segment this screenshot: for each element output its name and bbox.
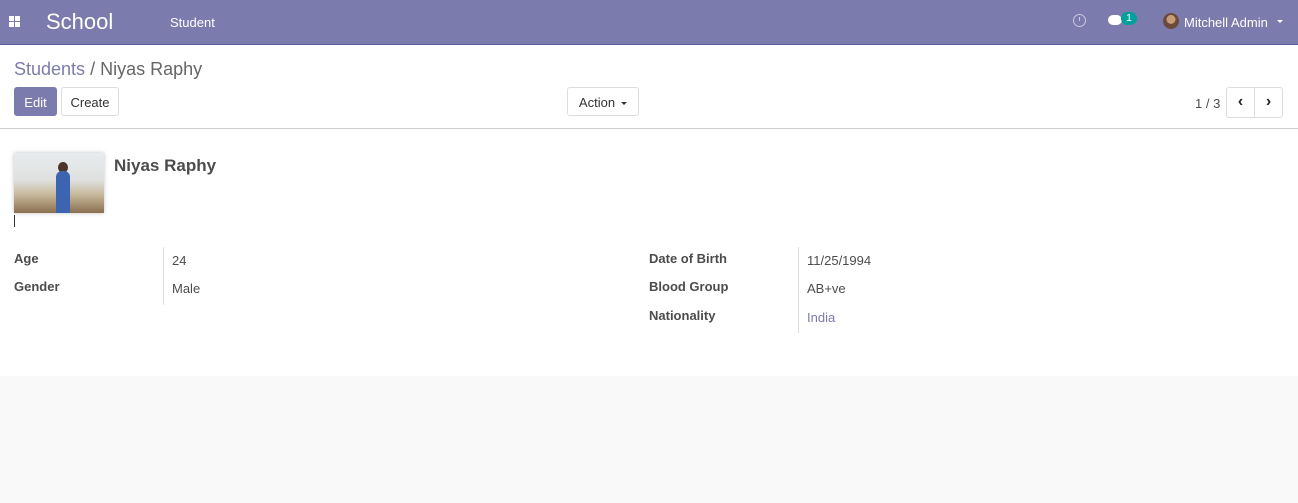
field-label-age: Age: [14, 251, 39, 266]
chevron-down-icon: [621, 102, 628, 106]
field-label-blood-group: Blood Group: [649, 279, 729, 294]
breadcrumb-separator: /: [85, 59, 101, 79]
pager-next-button[interactable]: ›: [1254, 87, 1283, 118]
create-button[interactable]: Create: [61, 87, 119, 116]
student-photo[interactable]: [14, 153, 104, 213]
messages-count-badge: 1: [1121, 12, 1137, 25]
top-navbar: School Student 1 Mitchell Admin: [0, 0, 1298, 45]
text-cursor: [14, 215, 15, 227]
activity-clock-icon[interactable]: [1073, 14, 1086, 27]
pager-value: 1 / 3: [1195, 96, 1221, 111]
menu-item-student[interactable]: Student: [170, 15, 215, 30]
control-panel: Students / Niyas Raphy Edit Create Actio…: [0, 45, 1298, 129]
field-value-gender: Male: [172, 281, 201, 296]
user-menu[interactable]: Mitchell Admin: [1184, 15, 1268, 30]
column-divider: [163, 247, 164, 305]
action-dropdown[interactable]: Action: [567, 87, 639, 116]
field-value-dob: 11/25/1994: [807, 253, 872, 268]
field-label-nationality: Nationality: [649, 308, 716, 323]
apps-menu-icon[interactable]: [9, 16, 20, 27]
pager-previous-button[interactable]: ‹: [1226, 87, 1255, 118]
student-name: Niyas Raphy: [114, 156, 217, 175]
field-label-dob: Date of Birth: [649, 251, 727, 266]
column-divider: [798, 247, 799, 333]
breadcrumb-current: Niyas Raphy: [100, 59, 203, 79]
user-avatar[interactable]: [1163, 13, 1179, 29]
app-brand[interactable]: School: [46, 9, 113, 35]
field-label-gender: Gender: [14, 279, 60, 294]
user-menu-caret-icon[interactable]: [1277, 20, 1283, 23]
action-label: Action: [578, 95, 616, 110]
breadcrumb: Students / Niyas Raphy: [14, 59, 202, 80]
field-value-age: 24: [172, 253, 187, 268]
edit-button[interactable]: Edit: [14, 87, 57, 116]
field-value-nationality-link[interactable]: India: [807, 310, 835, 325]
form-sheet: Niyas Raphy Age 24 Gender Male Date of B…: [0, 129, 1298, 376]
field-value-blood-group: AB+ve: [807, 281, 846, 296]
breadcrumb-students-link[interactable]: Students: [14, 59, 85, 79]
messaging-chat-icon[interactable]: [1108, 15, 1122, 25]
